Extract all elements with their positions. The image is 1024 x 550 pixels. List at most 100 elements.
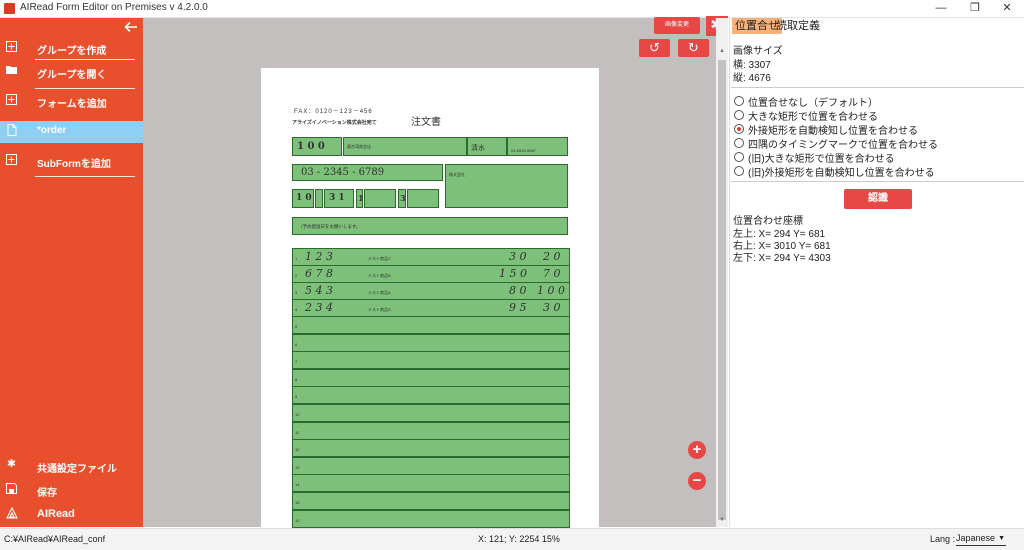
- rotate-left-icon: ↺: [649, 40, 660, 55]
- row-number: 15: [295, 500, 300, 505]
- scroll-up-icon[interactable]: ▲: [718, 48, 726, 56]
- sidebar-item-label: 保存: [37, 488, 57, 499]
- sidebar-item-create-group[interactable]: グループを作成: [0, 38, 143, 60]
- row-item-name: テスト商品C: [368, 256, 391, 261]
- person-value: 清水: [471, 145, 485, 152]
- form-field-phone: 03 - 2345 - 6789: [292, 164, 443, 181]
- row-number: 1: [295, 256, 298, 261]
- row-number: 11: [295, 429, 300, 435]
- date-value: 1 0: [296, 193, 312, 203]
- radio-label: (旧)大きな矩形で位置を合わせる: [748, 154, 895, 165]
- lang-label: Lang :: [930, 534, 956, 544]
- radio-label: 位置合せなし（デフォルト）: [748, 98, 878, 109]
- sidebar-item-label: SubFormを追加: [37, 159, 111, 170]
- config-path: C:¥AIRead¥AIRead_conf: [4, 534, 106, 544]
- tel-value: 03-5534-9687: [511, 148, 536, 153]
- row-qty: 8 0: [509, 284, 527, 297]
- radio-align-large-rect[interactable]: [734, 110, 744, 120]
- form-field-count2: 3: [398, 189, 406, 208]
- row-number: 9: [295, 394, 298, 400]
- form-field-tel: 03-5534-9687: [507, 137, 568, 156]
- rotate-left-button[interactable]: ↺: [639, 39, 670, 57]
- radio-align-old-large-rect[interactable]: [734, 152, 744, 162]
- table-row: 14: [292, 474, 570, 493]
- row-item-name: テスト商品D: [368, 307, 391, 312]
- table-row: 7: [292, 351, 570, 370]
- radio-label: 外接矩形を自動検知し位置を合わせる: [748, 126, 918, 137]
- sidebar-item-add-form[interactable]: フォームを追加: [0, 91, 143, 113]
- table-row: 2 6 7 8 テスト商品B 1 5 0 7 0: [292, 265, 570, 283]
- radio-label: (旧)外接矩形を自動検知し位置を合わせる: [748, 168, 935, 179]
- form-field-time1: [364, 189, 396, 208]
- row-number: 2: [295, 273, 298, 278]
- window-title: AIRead Form Editor on Premises v 4.2.0.0: [20, 2, 208, 13]
- radio-align-auto-detect[interactable]: [734, 124, 744, 134]
- minimize-button[interactable]: —: [924, 0, 958, 17]
- table-row: 5: [292, 316, 570, 334]
- row-number: 13: [295, 464, 300, 470]
- form-fax: FAX：0120－123－456: [294, 109, 373, 115]
- radio-align-none[interactable]: [734, 96, 744, 106]
- plus-icon: +: [692, 441, 702, 458]
- radio-label: 大きな矩形で位置を合わせる: [748, 112, 878, 123]
- radio-align-old-auto-detect[interactable]: [734, 166, 744, 176]
- date2-value: 3 1: [329, 193, 345, 203]
- table-row: 9: [292, 386, 570, 405]
- form-field-notice: （予め配送日をお願いします。: [292, 217, 568, 235]
- count1-value: 1: [358, 193, 364, 203]
- row-unit: 2 0: [543, 250, 561, 263]
- zoom-in-button[interactable]: +: [688, 441, 706, 459]
- form-field-count1: 1: [356, 189, 364, 208]
- back-arrow-icon[interactable]: [124, 20, 138, 34]
- gear-icon: ✱: [6, 458, 17, 470]
- zoom-out-button[interactable]: −: [688, 472, 706, 490]
- document-icon: [6, 124, 17, 136]
- sidebar-item-airead[interactable]: AIRead: [0, 504, 143, 526]
- row-number: 8: [295, 376, 298, 382]
- row-item-name: テスト商品B: [368, 273, 391, 278]
- customer-name-value: 東京湾商会店: [347, 144, 371, 149]
- form-field-customer-code: 1 0 0: [292, 137, 342, 156]
- close-window-button[interactable]: ✕: [990, 0, 1024, 17]
- radio-align-timing-marks[interactable]: [734, 138, 744, 148]
- form-title: 注文書: [411, 117, 441, 128]
- panel-divider: [731, 87, 1024, 88]
- row-number: 6: [295, 341, 298, 347]
- row-number: 16: [295, 517, 300, 523]
- table-row: 15: [292, 492, 570, 510]
- sidebar-divider: [35, 59, 135, 60]
- sidebar-item-common-settings[interactable]: ✱ 共通設定ファイル: [0, 456, 143, 478]
- rotate-right-button[interactable]: ↻: [678, 39, 709, 57]
- row-number: 4: [295, 307, 298, 312]
- row-number: 5: [295, 324, 298, 329]
- row-item-name: テスト商品A: [368, 290, 391, 295]
- panel-divider: [731, 181, 1024, 182]
- form-field-customer-name: 東京湾商会店: [343, 137, 467, 156]
- row-number: 7: [295, 359, 298, 365]
- image-change-button[interactable]: 画像変更: [654, 17, 700, 34]
- table-row: 8: [292, 368, 570, 387]
- form-field-date-month: 1 0: [292, 189, 314, 208]
- plus-box-icon: [6, 41, 17, 52]
- scrollbar-thumb[interactable]: [718, 60, 726, 520]
- plus-box-icon: [6, 154, 17, 165]
- save-icon: [6, 483, 17, 494]
- row-unit: 7 0: [543, 267, 561, 280]
- sidebar-item-save[interactable]: 保存: [0, 480, 143, 502]
- tab-read-definition[interactable]: 読取定義: [773, 18, 823, 34]
- maximize-button[interactable]: ❐: [958, 0, 992, 17]
- sidebar-item-label: AIRead: [37, 508, 75, 520]
- sidebar-item-open-group[interactable]: グループを開く: [0, 62, 143, 84]
- minus-icon: −: [692, 472, 702, 489]
- notice-value: （予め配送日をお願いします。: [298, 224, 361, 229]
- scroll-down-icon[interactable]: ▼: [718, 517, 726, 525]
- sidebar-item-add-subform[interactable]: SubFormを追加: [0, 151, 143, 173]
- row-number: 3: [295, 290, 298, 295]
- table-row: 10: [292, 404, 570, 422]
- form-field-date-day: 3 1: [324, 189, 354, 208]
- image-height: 縦: 4676: [733, 73, 771, 84]
- lang-select[interactable]: Japanese ▼: [956, 532, 1006, 546]
- sidebar-item-order[interactable]: *order: [0, 121, 143, 143]
- form-company: アライズイノベーション株式会社宛て: [292, 120, 377, 126]
- recognize-button[interactable]: 認識: [844, 189, 912, 209]
